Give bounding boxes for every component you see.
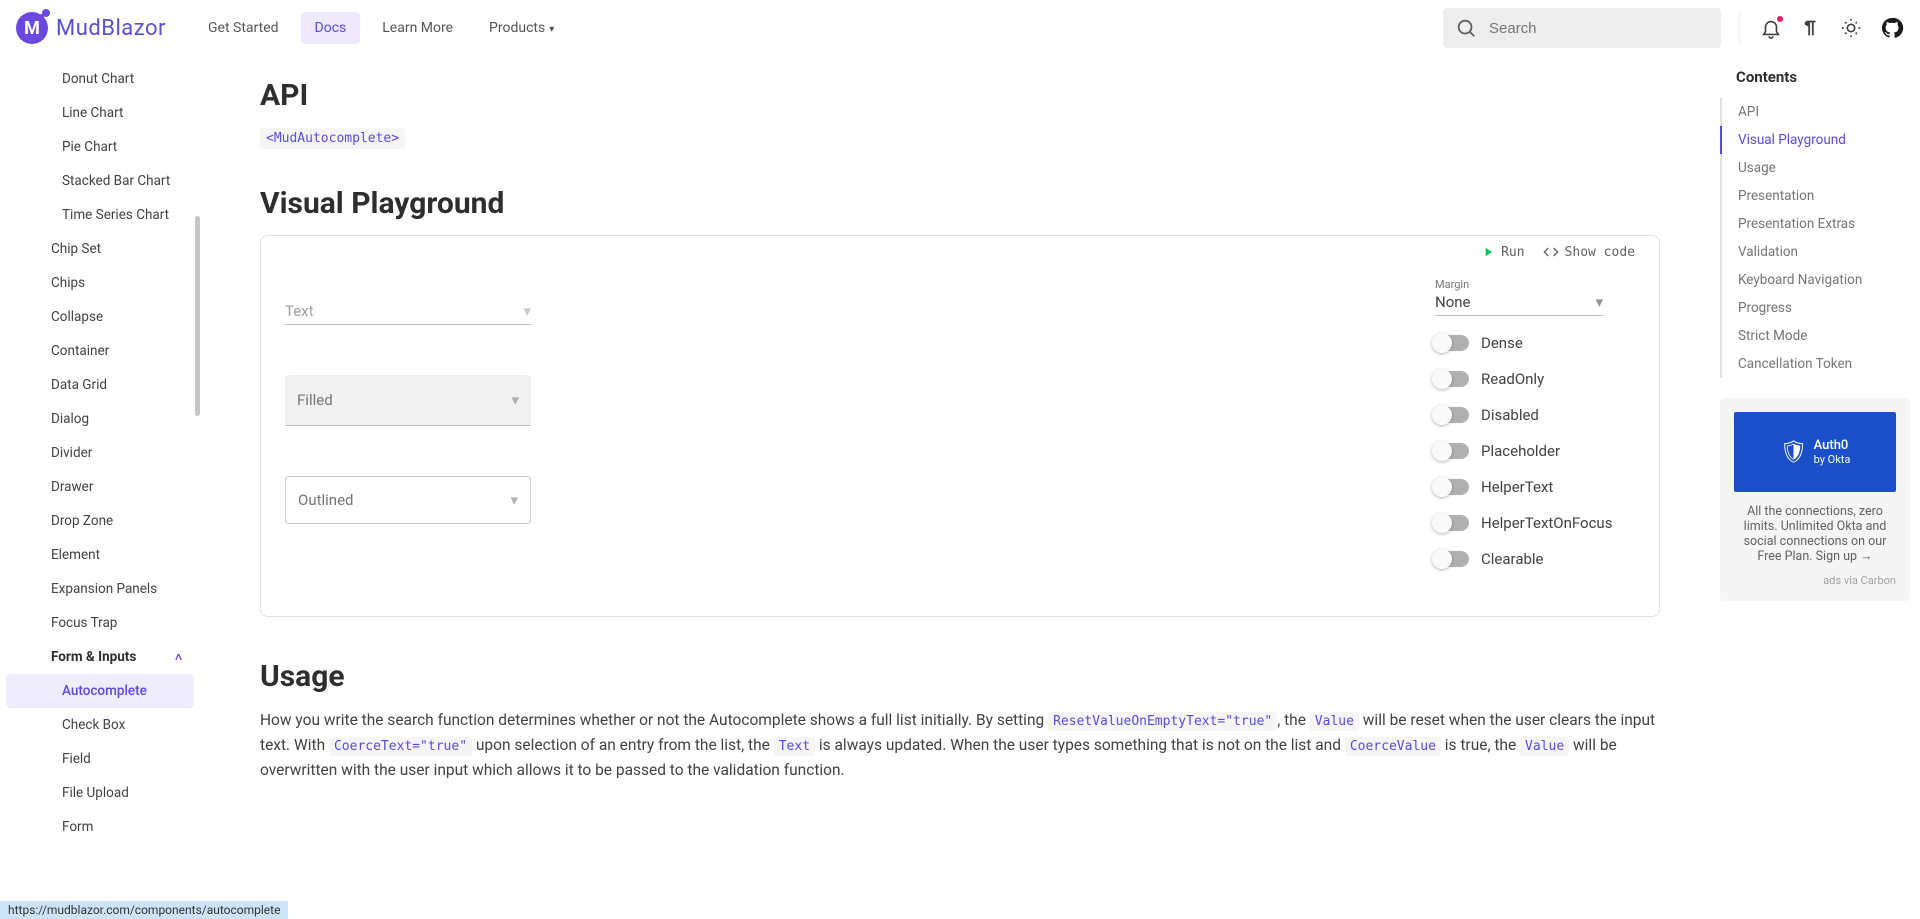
sidebar-item-divider[interactable]: Divider <box>6 436 194 470</box>
nav-get-started[interactable]: Get Started <box>194 12 293 44</box>
theme-toggle-icon[interactable] <box>1840 17 1862 39</box>
ad-copy: All the connections, zero limits. Unlimi… <box>1734 504 1896 564</box>
sidebar-item-expansion-panels[interactable]: Expansion Panels <box>6 572 194 606</box>
switch-disabled[interactable] <box>1435 407 1469 423</box>
switch-readonly-label: ReadOnly <box>1481 370 1544 388</box>
section-visual-playground-title: Visual Playground <box>260 186 1660 221</box>
toc-item-validation[interactable]: Validation <box>1720 238 1910 266</box>
app-header: M MudBlazor Get Started Docs Learn More … <box>0 0 1920 56</box>
switch-helpertextonfocus-label: HelperTextOnFocus <box>1481 514 1612 532</box>
section-api-title: API <box>260 78 1660 113</box>
play-icon <box>1481 245 1495 259</box>
toc-item-cancellation-token[interactable]: Cancellation Token <box>1720 350 1910 378</box>
switch-helpertext-label: HelperText <box>1481 478 1553 496</box>
toc-item-strict-mode[interactable]: Strict Mode <box>1720 322 1910 350</box>
dropdown-icon: ▾ <box>523 302 531 320</box>
toc-item-visual-playground[interactable]: Visual Playground <box>1720 126 1910 154</box>
run-button[interactable]: Run <box>1481 244 1524 260</box>
playground-examples: Text ▾ Filled ▾ Outlined ▾ <box>285 278 531 586</box>
toc-item-api[interactable]: API <box>1720 98 1910 126</box>
api-component-link[interactable]: <MudAutocomplete> <box>260 127 405 146</box>
show-code-button[interactable]: Show code <box>1543 244 1635 260</box>
switch-helpertext[interactable] <box>1435 479 1469 495</box>
logo-mark-icon: M <box>16 12 48 44</box>
sidebar-item-data-grid[interactable]: Data Grid <box>6 368 194 402</box>
playground-options: Margin None ▾ Dense ReadOnly Disabled Pl… <box>1435 278 1635 586</box>
dropdown-icon: ▾ <box>510 491 518 509</box>
toc-heading: Contents <box>1720 68 1910 86</box>
switch-helpertextonfocus[interactable] <box>1435 515 1469 531</box>
header-actions <box>1760 16 1904 40</box>
top-nav: Get Started Docs Learn More Products▾ <box>194 12 568 44</box>
switch-placeholder-label: Placeholder <box>1481 442 1560 460</box>
chevron-down-icon: ▾ <box>549 24 554 35</box>
sidebar-item-chips[interactable]: Chips <box>6 266 194 300</box>
switch-dense-label: Dense <box>1481 334 1523 352</box>
sidebar-item-file-upload[interactable]: File Upload <box>6 776 194 810</box>
code-icon <box>1543 244 1559 260</box>
carbon-ad[interactable]: 🛡 Auth0 by Okta All the connections, zer… <box>1720 398 1910 601</box>
ad-banner: 🛡 Auth0 by Okta <box>1734 412 1896 492</box>
sidebar-item-collapse[interactable]: Collapse <box>6 300 194 334</box>
nav-learn-more[interactable]: Learn More <box>368 12 467 44</box>
sidebar-item-drop-zone[interactable]: Drop Zone <box>6 504 194 538</box>
margin-select[interactable]: None ▾ <box>1435 291 1603 316</box>
sidebar-item-time-series-chart[interactable]: Time Series Chart <box>6 198 194 232</box>
sidebar-item-stacked-bar-chart[interactable]: Stacked Bar Chart <box>6 164 194 198</box>
browser-status-bar: https://mudblazor.com/components/autocom… <box>0 901 288 919</box>
ad-attribution: ads via Carbon <box>1734 574 1896 587</box>
chevron-up-icon: ˄ <box>175 650 182 664</box>
switch-dense[interactable] <box>1435 335 1469 351</box>
switch-readonly[interactable] <box>1435 371 1469 387</box>
usage-paragraph: How you write the search function determ… <box>260 708 1660 782</box>
brand-name: MudBlazor <box>56 16 166 41</box>
sidebar-item-form[interactable]: Form <box>6 810 194 844</box>
switch-placeholder[interactable] <box>1435 443 1469 459</box>
switch-clearable-label: Clearable <box>1481 550 1544 568</box>
autocomplete-filled-variant[interactable]: Filled ▾ <box>285 375 531 426</box>
sidebar-item-chipset[interactable]: Chip Set <box>6 232 194 266</box>
rtl-toggle-icon[interactable] <box>1800 17 1822 39</box>
sidebar-item-autocomplete[interactable]: Autocomplete <box>6 674 194 708</box>
switch-disabled-label: Disabled <box>1481 406 1539 424</box>
playground-card: Run Show code Text ▾ Filled ▾ <box>260 235 1660 617</box>
sidebar-item-element[interactable]: Element <box>6 538 194 572</box>
sidebar-item-pie-chart[interactable]: Pie Chart <box>6 130 194 164</box>
toc-item-presentation[interactable]: Presentation <box>1720 182 1910 210</box>
nav-products[interactable]: Products▾ <box>475 12 568 44</box>
toc-item-usage[interactable]: Usage <box>1720 154 1910 182</box>
sidebar-group-form-inputs[interactable]: Form & Inputs ˄ <box>6 640 194 674</box>
sidebar-item-donut-chart[interactable]: Donut Chart <box>6 62 194 96</box>
shield-icon: 🛡 <box>1780 440 1808 465</box>
sidebar-item-checkbox[interactable]: Check Box <box>6 708 194 742</box>
sidebar-item-container[interactable]: Container <box>6 334 194 368</box>
section-usage-title: Usage <box>260 659 1660 694</box>
toc-item-keyboard-navigation[interactable]: Keyboard Navigation <box>1720 266 1910 294</box>
nav-docs[interactable]: Docs <box>301 12 361 44</box>
sidebar-item-field[interactable]: Field <box>6 742 194 776</box>
sidebar-item-dialog[interactable]: Dialog <box>6 402 194 436</box>
main-content: API <MudAutocomplete> Visual Playground … <box>200 56 1720 919</box>
sidebar-nav: Donut Chart Line Chart Pie Chart Stacked… <box>0 56 200 919</box>
autocomplete-text-variant[interactable]: Text ▾ <box>285 298 531 325</box>
sidebar-item-line-chart[interactable]: Line Chart <box>6 96 194 130</box>
sidebar-scrollbar[interactable] <box>195 216 200 416</box>
dropdown-icon: ▾ <box>511 391 519 409</box>
search-input[interactable] <box>1489 20 1709 37</box>
search-box[interactable] <box>1443 8 1721 48</box>
sidebar-item-focus-trap[interactable]: Focus Trap <box>6 606 194 640</box>
notifications-icon[interactable] <box>1760 17 1782 39</box>
autocomplete-outlined-variant[interactable]: Outlined ▾ <box>285 476 531 524</box>
margin-select-label: Margin <box>1435 278 1635 291</box>
github-icon[interactable] <box>1880 16 1904 40</box>
toc-item-progress[interactable]: Progress <box>1720 294 1910 322</box>
dropdown-icon: ▾ <box>1595 293 1603 311</box>
search-icon <box>1455 17 1477 39</box>
playground-toolbar: Run Show code <box>285 244 1635 260</box>
brand-logo[interactable]: M MudBlazor <box>16 12 166 44</box>
toc-item-presentation-extras[interactable]: Presentation Extras <box>1720 210 1910 238</box>
switch-clearable[interactable] <box>1435 551 1469 567</box>
table-of-contents: Contents API Visual Playground Usage Pre… <box>1720 56 1920 919</box>
sidebar-item-drawer[interactable]: Drawer <box>6 470 194 504</box>
